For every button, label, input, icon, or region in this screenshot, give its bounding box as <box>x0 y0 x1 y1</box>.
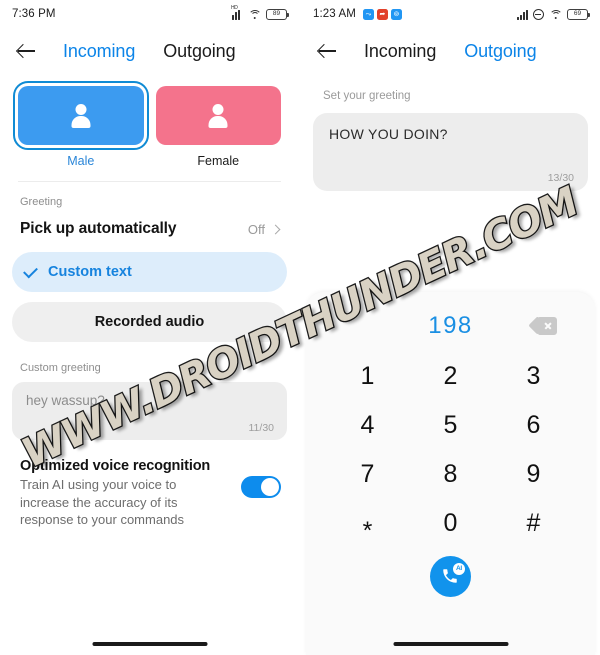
export-app-icon: ➦ <box>376 8 388 20</box>
voice-recognition-subtitle: Train AI using your voice to increase th… <box>20 477 185 528</box>
gender-option-female[interactable]: Female <box>155 86 281 168</box>
status-indicators: HD 89 <box>231 5 289 20</box>
greeting-counter: 13/30 <box>547 172 574 184</box>
key-1[interactable]: 1 <box>326 352 409 401</box>
status-clock: 7:36 PM <box>12 8 56 20</box>
custom-greeting-value: hey wassup? <box>26 393 105 408</box>
home-indicator[interactable] <box>92 642 207 646</box>
option-recorded-audio[interactable]: Recorded audio <box>12 302 287 342</box>
key-7[interactable]: 7 <box>326 450 409 499</box>
greeting-section-label: Greeting <box>20 196 63 208</box>
male-card[interactable] <box>13 81 149 150</box>
gender-selector: Male Female <box>0 74 299 168</box>
key-hash[interactable]: # <box>492 499 575 548</box>
male-avatar-icon <box>68 103 94 129</box>
tab-outgoing[interactable]: Outgoing <box>464 41 536 62</box>
battery-icon: 69 <box>567 8 590 20</box>
share-app-icon: ⤳ <box>362 8 374 20</box>
battery-icon: 89 <box>266 8 289 20</box>
right-header: Incoming Outgoing <box>301 28 600 74</box>
backspace-icon[interactable] <box>528 316 557 335</box>
tab-incoming[interactable]: Incoming <box>364 41 436 62</box>
right-phone-panel: 1:23 AM ⤳ ➦ ⊚ 69 Incoming Outgoing Set y… <box>301 0 600 655</box>
set-greeting-label: Set your greeting <box>323 90 411 102</box>
tab-incoming[interactable]: Incoming <box>63 41 135 62</box>
key-0[interactable]: 0 <box>409 499 492 548</box>
voice-recognition-toggle[interactable] <box>241 476 281 498</box>
dialed-number[interactable]: 198 <box>428 312 473 340</box>
dial-keypad: 1 2 3 4 5 6 7 8 9 * 0 # <box>306 346 595 548</box>
custom-greeting-input[interactable]: hey wassup? 11/30 <box>12 382 287 440</box>
custom-greeting-counter: 11/30 <box>248 422 275 434</box>
call-button-bar: AI <box>306 556 595 597</box>
sync-app-icon: ⊚ <box>390 8 402 20</box>
pickup-automatically-state: Off <box>247 221 281 237</box>
key-8[interactable]: 8 <box>409 450 492 499</box>
ai-call-button[interactable]: AI <box>430 556 471 597</box>
left-phone-panel: 7:36 PM HD 89 Incoming Outgoing Male Fem… <box>0 0 299 655</box>
key-3[interactable]: 3 <box>492 352 575 401</box>
signal-icon <box>517 9 528 20</box>
greeting-value: HOW YOU DOIN? <box>329 126 448 142</box>
dialer-sheet: 198 1 2 3 4 5 6 7 8 9 * 0 # AI <box>306 292 595 655</box>
pickup-automatically-title: Pick up automatically <box>20 220 177 237</box>
gender-option-male[interactable]: Male <box>13 81 149 168</box>
male-label: Male <box>67 154 95 168</box>
option-recorded-audio-label: Recorded audio <box>94 314 205 330</box>
option-custom-text-label: Custom text <box>48 264 132 280</box>
option-custom-text[interactable]: Custom text <box>12 252 287 292</box>
tab-outgoing[interactable]: Outgoing <box>163 41 235 62</box>
wifi-icon <box>248 9 261 20</box>
key-6[interactable]: 6 <box>492 401 575 450</box>
key-4[interactable]: 4 <box>326 401 409 450</box>
dial-display: 198 <box>306 306 595 346</box>
wifi-icon <box>549 9 562 20</box>
network-type-label: HD <box>231 4 238 11</box>
key-2[interactable]: 2 <box>409 352 492 401</box>
greeting-input[interactable]: HOW YOU DOIN? 13/30 <box>313 113 588 191</box>
right-status-bar: 1:23 AM ⤳ ➦ ⊚ 69 <box>301 0 600 28</box>
check-icon <box>23 263 38 278</box>
pickup-automatically-row[interactable]: Pick up automatically Off <box>0 208 299 252</box>
voice-recognition-texts: Optimized voice recognition Train AI usi… <box>20 458 241 529</box>
key-star[interactable]: * <box>326 499 409 548</box>
female-label: Female <box>197 154 240 168</box>
status-clock: 1:23 AM <box>313 8 356 20</box>
battery-level: 89 <box>272 9 281 17</box>
status-indicators: 69 <box>517 8 590 20</box>
signal-icon: HD <box>231 5 243 20</box>
ai-badge: AI <box>453 563 465 575</box>
pickup-automatically-value: Off <box>247 221 265 237</box>
back-arrow-icon[interactable] <box>315 38 341 64</box>
vibrate-icon <box>533 8 544 20</box>
back-arrow-icon[interactable] <box>14 38 40 64</box>
key-5[interactable]: 5 <box>409 401 492 450</box>
home-indicator[interactable] <box>393 642 508 646</box>
female-avatar-icon <box>205 103 231 129</box>
chevron-right-icon <box>270 224 281 234</box>
screenshot-stage: 7:36 PM HD 89 Incoming Outgoing Male Fem… <box>0 0 600 655</box>
voice-recognition-title: Optimized voice recognition <box>20 458 211 474</box>
custom-greeting-label: Custom greeting <box>20 362 101 374</box>
key-9[interactable]: 9 <box>492 450 575 499</box>
toggle-knob <box>261 478 279 496</box>
left-status-bar: 7:36 PM HD 89 <box>0 0 299 28</box>
battery-level: 69 <box>573 9 582 17</box>
status-app-icons: ⤳ ➦ ⊚ <box>362 8 402 20</box>
left-header: Incoming Outgoing <box>0 28 299 74</box>
voice-recognition-row: Optimized voice recognition Train AI usi… <box>0 440 299 529</box>
female-card[interactable] <box>155 86 281 145</box>
